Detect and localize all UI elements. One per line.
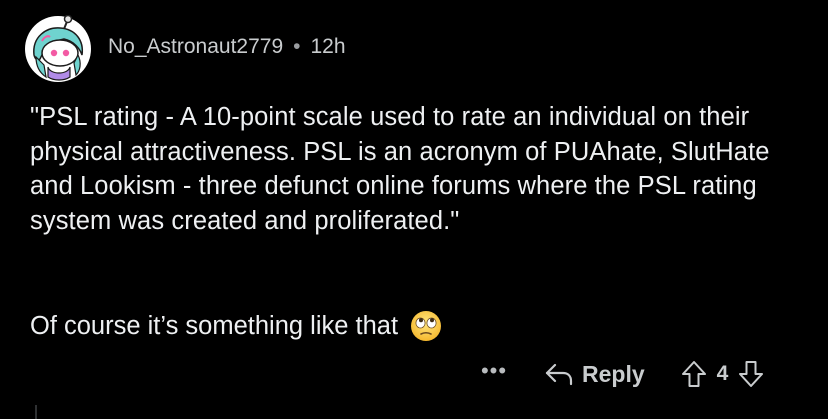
author-name[interactable]: No_Astronaut2779 bbox=[108, 35, 283, 59]
avatar[interactable] bbox=[24, 14, 92, 83]
reply-button[interactable]: Reply bbox=[544, 361, 645, 388]
comment-actions: ••• Reply 4 bbox=[474, 354, 764, 394]
meta-separator: • bbox=[293, 35, 301, 58]
downvote-arrow-icon[interactable] bbox=[738, 360, 764, 388]
comment-body-paragraph-2: Of course it’s something like that bbox=[30, 312, 399, 340]
reply-arrow-icon bbox=[545, 363, 573, 386]
vote-count: 4 bbox=[716, 362, 729, 385]
comment-meta: No_Astronaut2779 • 12h bbox=[108, 35, 346, 59]
timestamp: 12h bbox=[310, 35, 346, 58]
vote-controls: 4 bbox=[681, 360, 765, 388]
more-options-button[interactable]: ••• bbox=[474, 358, 514, 384]
comment-body-paragraph-1: "PSL rating - A 10-point scale used to r… bbox=[30, 103, 770, 235]
comment-header: No_Astronaut2779 • 12h bbox=[24, 14, 346, 84]
rolling-eyes-emoji-icon bbox=[410, 310, 442, 342]
thread-line bbox=[35, 405, 37, 419]
comment-body-paragraph-2-row: Of course it’s something like that bbox=[30, 309, 442, 343]
comment: No_Astronaut2779 • 12h "PSL rating - A 1… bbox=[0, 0, 828, 419]
snoo-avatar-icon bbox=[25, 14, 91, 82]
reply-label: Reply bbox=[582, 360, 645, 387]
upvote-arrow-icon[interactable] bbox=[681, 360, 707, 388]
